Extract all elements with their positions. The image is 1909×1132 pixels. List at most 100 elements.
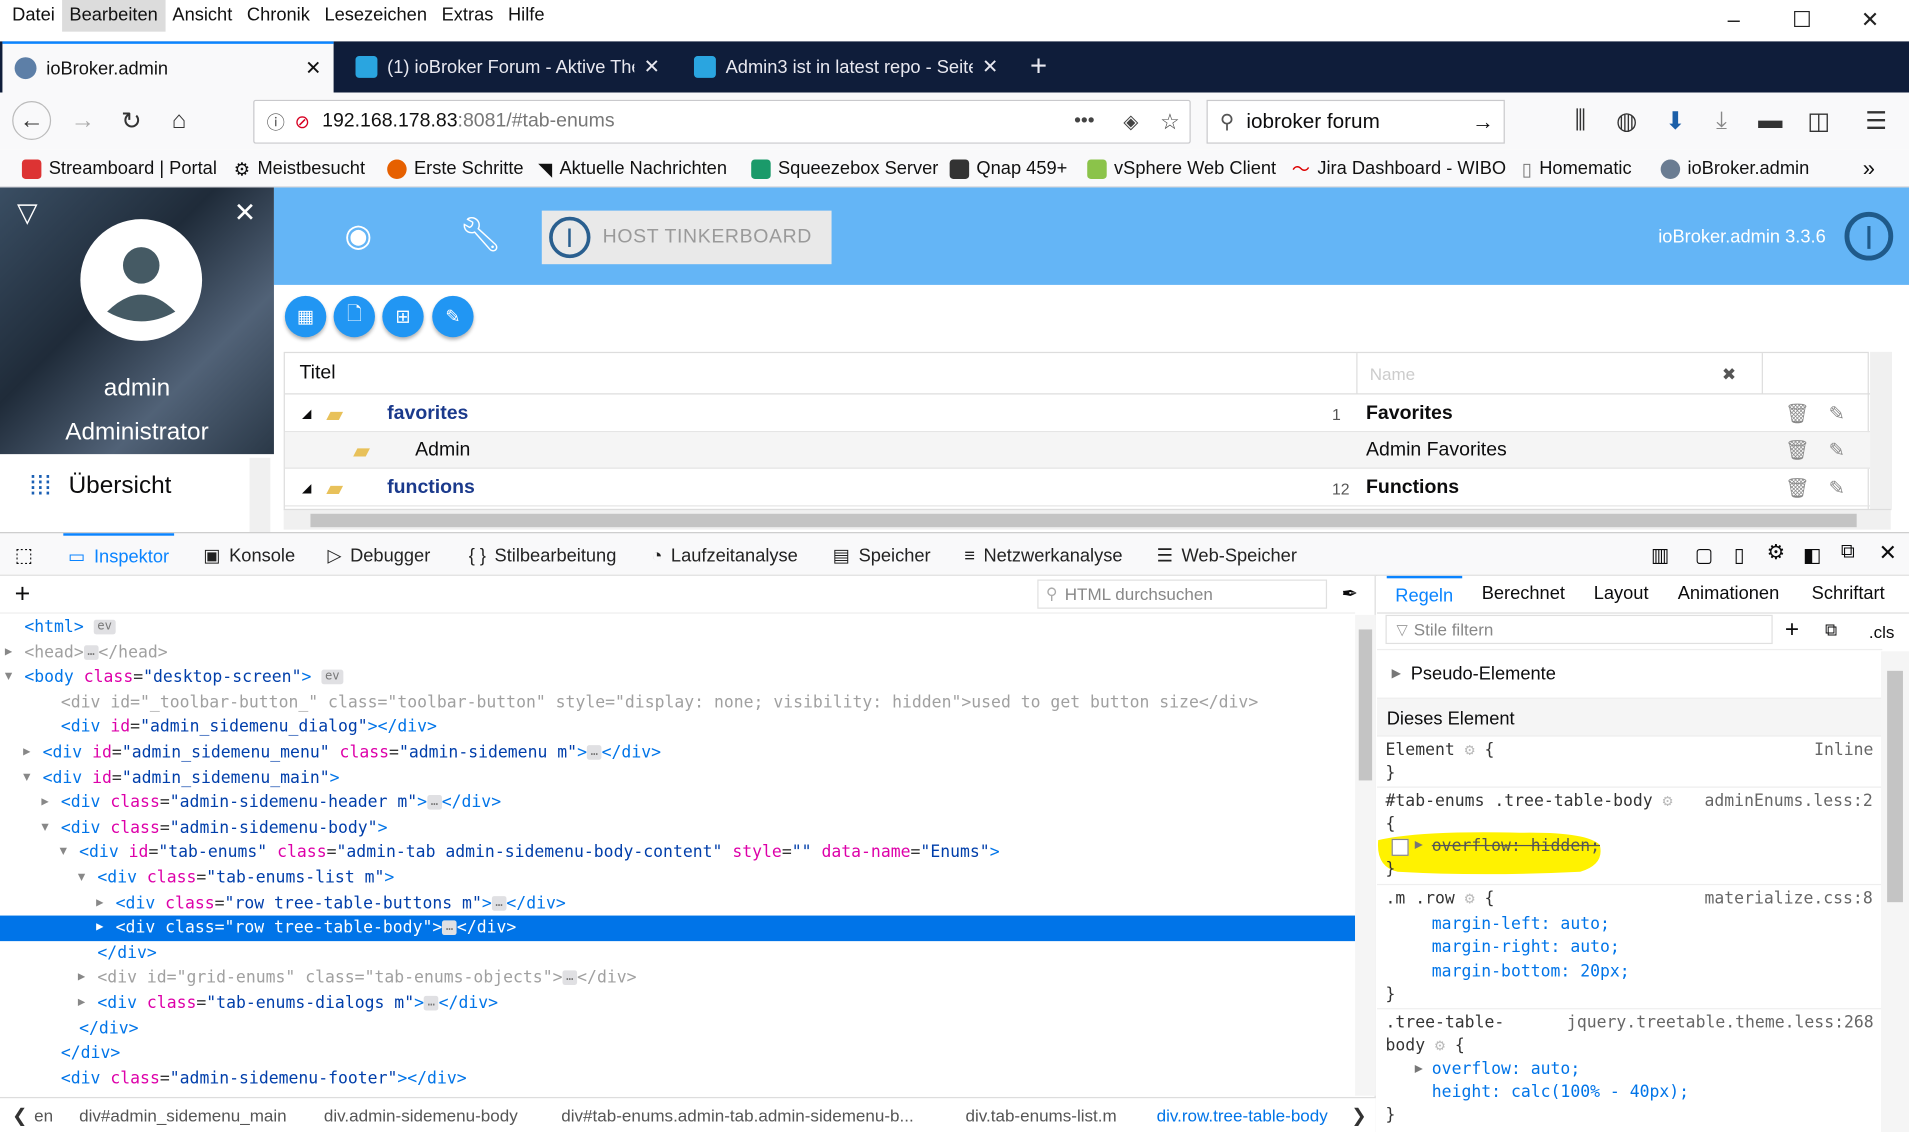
close-window-button[interactable]: ✕ (1836, 0, 1904, 39)
reload-button[interactable]: ↻ (112, 101, 151, 140)
bookmark-streamboard[interactable]: Streamboard | Portal (21, 150, 217, 188)
bookmarks-overflow-icon[interactable]: » (1863, 150, 1875, 188)
twisty-icon[interactable]: ▶ (23, 740, 30, 765)
markup-line-selected[interactable]: ▶ <div class="row tree-table-body">… </div… (0, 915, 1356, 941)
twisty-icon[interactable]: ▶ (96, 916, 103, 941)
markup-line[interactable]: ▼ <div id="tab-enums" class="admin-tab ad… (0, 841, 1355, 866)
markup-line[interactable]: </div> (0, 1041, 1355, 1066)
new-enum-button[interactable]: 🗋︎ (333, 295, 375, 338)
menu-toggle-icon[interactable]: ▽ (17, 197, 38, 229)
clear-filter-icon[interactable]: ✖ (1722, 363, 1736, 384)
scrollbar-thumb[interactable] (1887, 670, 1903, 903)
scrollbar-thumb[interactable] (1358, 629, 1373, 781)
table-row[interactable]: ◢ ▰ favorites 1 Favorites 🗑︎ ✎ (284, 396, 1871, 433)
breadcrumb-item[interactable]: div.admin-sidemenu-body (324, 1105, 518, 1124)
breadcrumb-item[interactable]: div.tab-enums-list.m (965, 1105, 1116, 1124)
search-bar[interactable]: ⚲ iobroker forum → (1206, 99, 1505, 144)
close-tab-icon[interactable]: ✕ (982, 55, 998, 79)
close-tab-icon[interactable]: ✕ (305, 56, 321, 80)
breadcrumb-back-icon[interactable]: ❮ (12, 1104, 27, 1126)
markup-line[interactable]: <div class="admin-sidemenu-footer"></div… (0, 1066, 1355, 1091)
separate-window-icon[interactable]: ⧉ (1841, 542, 1855, 564)
twisty-icon[interactable]: ▼ (60, 841, 67, 866)
menu-datei[interactable]: Datei (5, 0, 62, 32)
close-tab-icon[interactable]: ✕ (644, 55, 660, 79)
bookmark-qnap[interactable]: Qnap 459+ (949, 150, 1067, 188)
edit-icon[interactable]: ✎ (1829, 432, 1845, 469)
edit-button[interactable]: ✎ (432, 295, 474, 338)
tab-iobroker-forum[interactable]: (1) ioBroker Forum - Aktive The ✕ (343, 41, 672, 92)
markup-line[interactable]: ▶ <div id="admin_sidemenu_menu" class="ad… (0, 740, 1355, 765)
markup-line[interactable]: ▼ <div id="admin_sidemenu_main"> (0, 765, 1355, 790)
bookmark-jira[interactable]: 〜 Jira Dashboard - WIBO (1292, 150, 1506, 188)
markup-line[interactable]: ▶ <div class="row tree-table-buttons m">…… (0, 891, 1355, 916)
page-actions-icon[interactable]: ••• (1074, 111, 1094, 133)
tab-netzwerkanalyse[interactable]: ≡ Netzwerkanalyse (964, 533, 1122, 577)
declaration-checkbox[interactable] (1391, 838, 1409, 856)
scrollbar-thumb[interactable] (310, 513, 1857, 528)
pocket-icon[interactable]: ◈ (1123, 110, 1138, 134)
minimize-button[interactable]: – (1700, 0, 1768, 39)
edit-icon[interactable]: ✎ (1829, 396, 1845, 433)
downloads-icon[interactable]: ⤓ (1702, 101, 1741, 140)
declaration-disabled[interactable]: overflow: hidden; (1432, 836, 1600, 855)
twisty-icon[interactable]: ▼ (23, 765, 30, 790)
markup-line[interactable]: <div id="_toolbar-button_" class="toolba… (0, 690, 1355, 715)
breadcrumb-item[interactable]: en (34, 1105, 53, 1124)
delete-icon[interactable]: 🗑︎ (1785, 396, 1810, 433)
url-bar[interactable]: ⓘ ⊘ 192.168.178.83:8081/#tab-enums ••• ◈… (253, 99, 1191, 144)
tab-admin3-repo[interactable]: Admin3 ist in latest repo - Seite ✕ (682, 41, 1011, 92)
rule-source[interactable]: Inline (1814, 740, 1873, 759)
eyedropper-icon[interactable]: ✒ (1342, 582, 1358, 606)
tab-inspektor[interactable]: ▭ Inspektor (63, 533, 174, 577)
menu-lesezeichen[interactable]: Lesezeichen (317, 0, 434, 32)
tab-konsole[interactable]: ▣ Konsole (203, 533, 295, 577)
bookmark-meistbesucht[interactable]: ⚙ Meistbesucht (234, 150, 365, 188)
edit-icon[interactable]: ✎ (1829, 470, 1845, 507)
rule-source[interactable]: materialize.css:8 (1705, 889, 1873, 908)
add-node-icon[interactable]: + (15, 580, 31, 608)
markup-line[interactable]: </div> (0, 941, 1355, 966)
tab-animationen[interactable]: Animationen (1678, 583, 1780, 604)
menu-chronik[interactable]: Chronik (240, 0, 318, 32)
info-icon[interactable]: ⓘ (267, 109, 285, 135)
twisty-icon[interactable]: ▼ (78, 866, 85, 891)
settings-gear-icon[interactable]: ⚙ (1767, 541, 1786, 565)
collapse-icon[interactable]: ◢ (302, 470, 311, 507)
responsive-design-icon[interactable]: ▯ (1734, 543, 1745, 567)
bookmark-erste-schritte[interactable]: Erste Schritte (387, 150, 524, 188)
hamburger-menu-icon[interactable]: ☰ (1857, 101, 1896, 140)
download-arrow-icon[interactable]: ⬇ (1656, 101, 1695, 140)
delete-icon[interactable]: 🗑︎ (1785, 470, 1810, 507)
bookmark-homematic[interactable]: ▯ Homematic (1522, 150, 1632, 188)
menu-bearbeiten[interactable]: Bearbeiten (62, 0, 166, 32)
maximize-button[interactable]: ☐ (1768, 0, 1836, 39)
breadcrumb-item-selected[interactable]: div.row.tree-table-body (1157, 1105, 1328, 1124)
bookmark-iobroker[interactable]: ioBroker.admin (1660, 150, 1809, 188)
tab-berechnet[interactable]: Berechnet (1482, 583, 1565, 604)
sidebar-toggle-icon[interactable]: ◫ (1799, 101, 1838, 140)
table-row[interactable]: ◢ ▰ functions 12 Functions 🗑︎ ✎ (284, 470, 1871, 507)
declaration[interactable]: height: calc(100% - 40px); (1432, 1082, 1689, 1101)
tab-regeln[interactable]: Regeln (1386, 575, 1462, 614)
twisty-icon[interactable]: ▼ (41, 815, 48, 840)
frame-select-icon[interactable]: ▢ (1695, 543, 1713, 567)
rules-scrollbar[interactable] (1881, 651, 1909, 1132)
tab-schriftart[interactable]: Schriftart (1812, 583, 1885, 604)
twisty-icon[interactable]: ▶ (78, 966, 85, 991)
twisty-icon[interactable]: ▼ (5, 665, 12, 690)
new-tab-button[interactable]: + (1018, 41, 1062, 92)
tab-stilbearbeitung[interactable]: { } Stilbearbeitung (469, 533, 617, 577)
bookmark-star-icon[interactable]: ☆ (1160, 109, 1180, 135)
twisty-icon[interactable]: ▶ (5, 640, 12, 665)
breadcrumb-item[interactable]: div#tab-enums.admin-tab.admin-sidemenu-b… (561, 1105, 913, 1124)
twisty-icon[interactable]: ▶ (41, 790, 48, 815)
toggle-view-button[interactable]: ▦ (284, 295, 327, 338)
html-search-input[interactable]: ⚲ HTML durchsuchen (1037, 579, 1328, 609)
markup-line[interactable]: <html> ev (0, 615, 1355, 640)
bookmark-squeezebox[interactable]: Squeezebox Server (751, 150, 938, 188)
markup-line[interactable]: ▶ <div class="tab-enums-dialogs m">… </div… (0, 991, 1355, 1016)
dock-layout-icon[interactable]: ▥ (1651, 543, 1669, 567)
markup-line[interactable]: ▼ <div class="tab-enums-list m"> (0, 866, 1355, 891)
add-rule-icon[interactable]: + (1785, 616, 1799, 644)
